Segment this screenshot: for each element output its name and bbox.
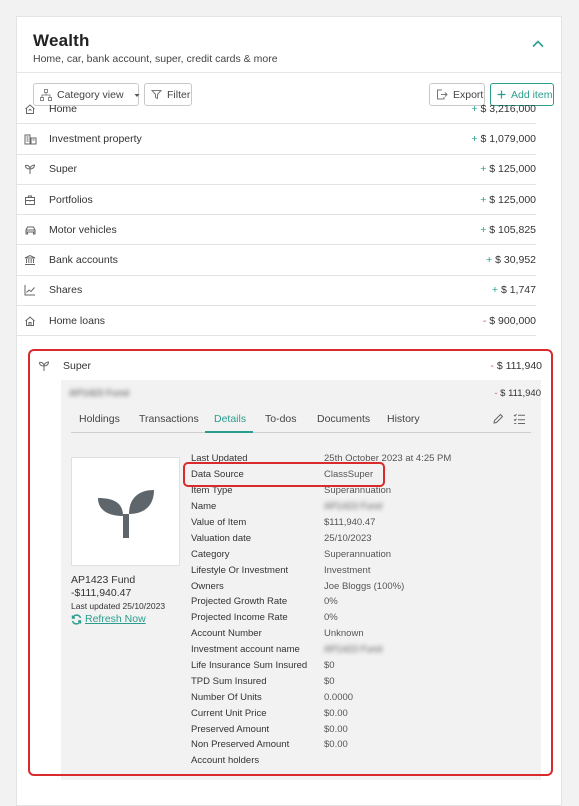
active-tab-indicator [205,431,253,433]
category-list: Home + $ 3,216,000 Investment property +… [16,94,536,337]
category-amount: - $ 900,000 [482,314,536,327]
detail-row: Name AP1423 Fund [191,501,383,513]
category-row-motor-vehicles[interactable]: Motor vehicles + $ 105,825 [16,215,536,246]
category-label: Super [49,163,78,176]
refresh-now-link[interactable]: Refresh Now [71,613,191,625]
refresh-now-label: Refresh Now [85,613,146,625]
category-label: Shares [49,284,83,297]
category-amount: + $ 30,952 [486,254,536,267]
fund-value: -$111,940.47 [71,587,132,599]
category-amount: + $ 105,825 [480,223,536,236]
category-row-home[interactable]: Home + $ 3,216,000 [16,94,536,125]
chart-line-icon [23,283,37,297]
detail-row: Lifestyle Or Investment Investment [191,564,371,576]
house-outline-icon [23,314,37,328]
pencil-icon[interactable] [492,413,504,425]
detail-row: Last Updated 25th October 2023 at 4:25 PM [191,453,452,465]
category-row-shares[interactable]: Shares + $ 1,747 [16,276,536,307]
category-label: Home loans [49,314,106,327]
wealth-header[interactable]: Wealth Home, car, bank account, super, c… [17,17,561,73]
sprout-icon [23,162,37,176]
fund-name: AP1423 Fund [71,574,136,586]
category-label: Portfolios [49,193,93,206]
detail-row: Preserved Amount $0.00 [191,723,348,735]
category-row-bank-accounts[interactable]: Bank accounts + $ 30,952 [16,245,536,276]
briefcase-icon [23,193,37,207]
category-label: Home [49,102,78,115]
page-subtitle: Home, car, bank account, super, credit c… [33,53,278,65]
detail-row: Account Number Unknown [191,628,364,640]
detail-row: Projected Growth Rate 0% [191,596,338,608]
bank-icon [23,253,37,267]
tab-holdings[interactable]: Holdings [79,413,120,425]
super-expanded-section: Super - $ 111,940 AP1423 Fund - $ 111,94… [30,351,551,780]
category-label: Motor vehicles [49,223,117,236]
category-label: Super [63,359,92,372]
detail-row: Investment account name AP1423 Fund [191,644,383,656]
detail-row: Current Unit Price $0.00 [191,707,348,719]
category-label: Investment property [49,132,142,145]
category-amount: + $ 3,216,000 [471,102,536,115]
detail-row: Owners Joe Bloggs (100%) [191,580,405,592]
detail-row: Valuation date 25/10/2023 [191,532,372,544]
tab-transactions[interactable]: Transactions [139,413,199,425]
refresh-icon [71,613,82,625]
super-item-name: AP1423 Fund [69,388,130,399]
super-item-header[interactable]: AP1423 Fund - $ 111,940 [61,380,541,407]
detail-row: Number Of Units 0.0000 [191,691,354,703]
tab-documents[interactable]: Documents [317,413,370,425]
sprout-logo-icon [97,489,154,538]
detail-row: Category Superannuation [191,548,392,560]
category-amount: + $ 125,000 [480,193,536,206]
detail-row: Life Insurance Sum Insured $0 [191,660,335,672]
fund-last-updated: Last updated 25/10/2023 [71,601,166,611]
chevron-up-icon[interactable] [531,37,545,51]
category-label: Bank accounts [49,254,118,267]
checklist-icon[interactable] [513,413,526,425]
category-row-portfolios[interactable]: Portfolios + $ 125,000 [16,185,536,216]
fund-logo [71,457,180,566]
category-amount: + $ 125,000 [480,163,536,176]
category-row-super-expanded[interactable]: Super - $ 111,940 [30,351,551,380]
details-list: Last Updated 25th October 2023 at 4:25 PM… [191,451,531,769]
detail-row: Item Type Superannuation [191,485,392,497]
category-row-home-loans[interactable]: Home loans - $ 900,000 [16,306,536,337]
detail-row: Non Preserved Amount $0.00 [191,739,348,751]
detail-row: Data Source ClassSuper [191,469,374,481]
tab-details[interactable]: Details [214,413,246,425]
tab-todos[interactable]: To-dos [265,413,297,425]
item-tabs: Holdings Transactions Details To-dos Doc… [71,407,531,433]
super-item-amount: - $ 111,940 [494,388,541,399]
buildings-icon [23,132,37,146]
super-item-panel: AP1423 Fund - $ 111,940 Holdings Transac… [61,380,541,780]
category-row-investment-property[interactable]: Investment property + $ 1,079,000 [16,124,536,155]
house-icon [23,102,37,116]
detail-row: Account holders [191,755,260,767]
fund-summary: AP1423 Fund -$111,940.47 Last updated 25… [71,574,191,625]
detail-row: Projected Income Rate 0% [191,612,338,624]
detail-row: TPD Sum Insured $0 [191,675,335,687]
category-amount: + $ 1,747 [491,284,536,297]
category-row-super[interactable]: Super + $ 125,000 [16,155,536,185]
category-amount: - $ 111,940 [490,359,542,372]
detail-row: Value of Item $111,940.47 [191,517,376,528]
sprout-icon [37,359,51,373]
page-title: Wealth [33,31,90,50]
category-amount: + $ 1,079,000 [471,132,536,145]
car-icon [23,223,37,237]
tab-history[interactable]: History [387,413,420,425]
